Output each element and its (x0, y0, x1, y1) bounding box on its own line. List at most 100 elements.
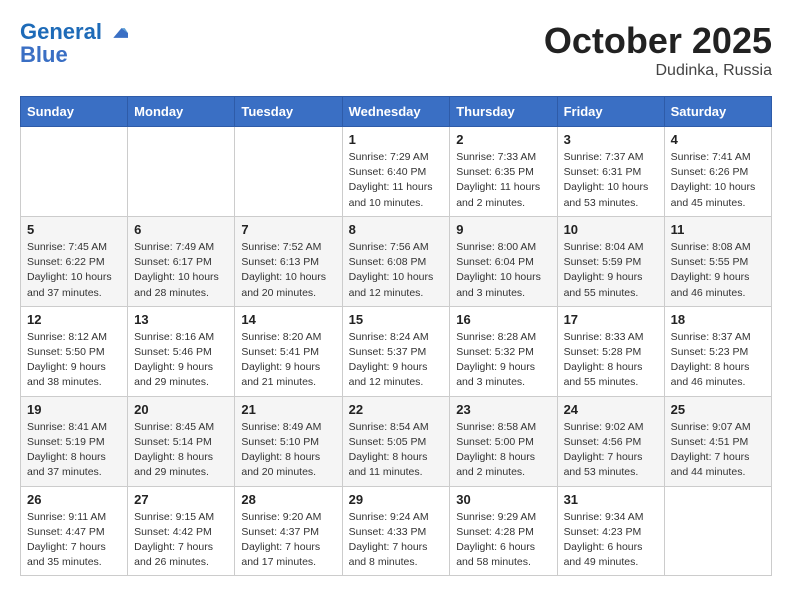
day-number: 17 (564, 312, 658, 327)
weekday-header-saturday: Saturday (664, 97, 771, 127)
calendar-cell: 22Sunrise: 8:54 AM Sunset: 5:05 PM Dayli… (342, 396, 450, 486)
day-number: 10 (564, 222, 658, 237)
day-info: Sunrise: 8:37 AM Sunset: 5:23 PM Dayligh… (671, 330, 765, 391)
calendar-cell (128, 127, 235, 217)
day-info: Sunrise: 7:33 AM Sunset: 6:35 PM Dayligh… (456, 150, 550, 211)
calendar-table: SundayMondayTuesdayWednesdayThursdayFrid… (20, 96, 772, 576)
day-info: Sunrise: 9:02 AM Sunset: 4:56 PM Dayligh… (564, 420, 658, 481)
day-info: Sunrise: 8:24 AM Sunset: 5:37 PM Dayligh… (349, 330, 444, 391)
calendar-cell (235, 127, 342, 217)
month-title: October 2025 (544, 20, 772, 62)
day-number: 30 (456, 492, 550, 507)
day-info: Sunrise: 8:28 AM Sunset: 5:32 PM Dayligh… (456, 330, 550, 391)
day-info: Sunrise: 7:45 AM Sunset: 6:22 PM Dayligh… (27, 240, 121, 301)
day-info: Sunrise: 7:56 AM Sunset: 6:08 PM Dayligh… (349, 240, 444, 301)
day-number: 23 (456, 402, 550, 417)
calendar-cell: 19 Sunrise: 8:41 AM Sunset: 5:19 PM Dayli… (21, 396, 128, 486)
day-number: 29 (349, 492, 444, 507)
day-number: 20 (134, 402, 228, 417)
calendar-cell: 10 Sunrise: 8:04 AM Sunset: 5:59 PM Dayli… (557, 216, 664, 306)
day-number: 31 (564, 492, 658, 507)
day-number: 18 (671, 312, 765, 327)
day-info: Sunrise: 8:20 AM Sunset: 5:41 PM Dayligh… (241, 330, 335, 391)
calendar-cell: 6 Sunrise: 7:49 AM Sunset: 6:17 PM Daylig… (128, 216, 235, 306)
calendar-cell: 25 Sunrise: 9:07 AM Sunset: 4:51 PM Dayli… (664, 396, 771, 486)
day-info: Sunrise: 7:29 AM Sunset: 6:40 PM Dayligh… (349, 150, 444, 211)
calendar-week-3: 12 Sunrise: 8:12 AM Sunset: 5:50 PM Dayli… (21, 306, 772, 396)
calendar-cell: 30Sunrise: 9:29 AM Sunset: 4:28 PM Dayli… (450, 486, 557, 576)
day-number: 12 (27, 312, 121, 327)
weekday-header-sunday: Sunday (21, 97, 128, 127)
calendar-cell: 17 Sunrise: 8:33 AM Sunset: 5:28 PM Dayli… (557, 306, 664, 396)
day-info: Sunrise: 9:34 AM Sunset: 4:23 PM Dayligh… (564, 510, 658, 571)
calendar-cell: 14 Sunrise: 8:20 AM Sunset: 5:41 PM Dayli… (235, 306, 342, 396)
day-info: Sunrise: 9:15 AM Sunset: 4:42 PM Dayligh… (134, 510, 228, 571)
calendar-week-1: 1 Sunrise: 7:29 AM Sunset: 6:40 PM Daylig… (21, 127, 772, 217)
day-info: Sunrise: 8:04 AM Sunset: 5:59 PM Dayligh… (564, 240, 658, 301)
day-info: Sunrise: 8:58 AM Sunset: 5:00 PM Dayligh… (456, 420, 550, 481)
calendar-cell: 8Sunrise: 7:56 AM Sunset: 6:08 PM Daylig… (342, 216, 450, 306)
day-number: 3 (564, 132, 658, 147)
day-info: Sunrise: 7:52 AM Sunset: 6:13 PM Dayligh… (241, 240, 335, 301)
day-number: 11 (671, 222, 765, 237)
day-number: 2 (456, 132, 550, 147)
calendar-cell: 24 Sunrise: 9:02 AM Sunset: 4:56 PM Dayli… (557, 396, 664, 486)
day-number: 5 (27, 222, 121, 237)
calendar-cell: 23 Sunrise: 8:58 AM Sunset: 5:00 PM Dayli… (450, 396, 557, 486)
day-number: 7 (241, 222, 335, 237)
calendar-cell: 29 Sunrise: 9:24 AM Sunset: 4:33 PM Dayli… (342, 486, 450, 576)
day-info: Sunrise: 8:12 AM Sunset: 5:50 PM Dayligh… (27, 330, 121, 391)
logo-text: General (20, 20, 128, 44)
day-number: 24 (564, 402, 658, 417)
day-number: 16 (456, 312, 550, 327)
weekday-header-friday: Friday (557, 97, 664, 127)
calendar-cell: 15 Sunrise: 8:24 AM Sunset: 5:37 PM Dayli… (342, 306, 450, 396)
day-info: Sunrise: 8:41 AM Sunset: 5:19 PM Dayligh… (27, 420, 121, 481)
calendar-cell: 28 Sunrise: 9:20 AM Sunset: 4:37 PM Dayli… (235, 486, 342, 576)
calendar-cell: 31 Sunrise: 9:34 AM Sunset: 4:23 PM Dayli… (557, 486, 664, 576)
day-number: 25 (671, 402, 765, 417)
day-number: 14 (241, 312, 335, 327)
calendar-cell: 16 Sunrise: 8:28 AM Sunset: 5:32 PM Dayli… (450, 306, 557, 396)
day-number: 27 (134, 492, 228, 507)
day-info: Sunrise: 8:16 AM Sunset: 5:46 PM Dayligh… (134, 330, 228, 391)
day-number: 19 (27, 402, 121, 417)
day-number: 1 (349, 132, 444, 147)
day-number: 28 (241, 492, 335, 507)
calendar-cell: 7 Sunrise: 7:52 AM Sunset: 6:13 PM Daylig… (235, 216, 342, 306)
day-number: 26 (27, 492, 121, 507)
calendar-cell: 12 Sunrise: 8:12 AM Sunset: 5:50 PM Dayli… (21, 306, 128, 396)
day-info: Sunrise: 9:24 AM Sunset: 4:33 PM Dayligh… (349, 510, 444, 571)
logo-icon (110, 26, 128, 40)
calendar-cell: 5 Sunrise: 7:45 AM Sunset: 6:22 PM Daylig… (21, 216, 128, 306)
day-info: Sunrise: 7:41 AM Sunset: 6:26 PM Dayligh… (671, 150, 765, 211)
day-info: Sunrise: 9:20 AM Sunset: 4:37 PM Dayligh… (241, 510, 335, 571)
calendar-cell: 3 Sunrise: 7:37 AM Sunset: 6:31 PM Daylig… (557, 127, 664, 217)
day-number: 15 (349, 312, 444, 327)
title-block: October 2025 Dudinka, Russia (544, 20, 772, 80)
day-info: Sunrise: 9:11 AM Sunset: 4:47 PM Dayligh… (27, 510, 121, 571)
calendar-cell: 20 Sunrise: 8:45 AM Sunset: 5:14 PM Dayli… (128, 396, 235, 486)
calendar-cell (21, 127, 128, 217)
day-info: Sunrise: 9:07 AM Sunset: 4:51 PM Dayligh… (671, 420, 765, 481)
logo-blue: Blue (20, 42, 68, 68)
calendar-cell (664, 486, 771, 576)
calendar-cell: 27 Sunrise: 9:15 AM Sunset: 4:42 PM Dayli… (128, 486, 235, 576)
day-number: 21 (241, 402, 335, 417)
calendar-week-5: 26 Sunrise: 9:11 AM Sunset: 4:47 PM Dayli… (21, 486, 772, 576)
day-info: Sunrise: 7:37 AM Sunset: 6:31 PM Dayligh… (564, 150, 658, 211)
calendar-cell: 4Sunrise: 7:41 AM Sunset: 6:26 PM Daylig… (664, 127, 771, 217)
calendar-cell: 11Sunrise: 8:08 AM Sunset: 5:55 PM Dayli… (664, 216, 771, 306)
day-info: Sunrise: 8:33 AM Sunset: 5:28 PM Dayligh… (564, 330, 658, 391)
day-info: Sunrise: 8:00 AM Sunset: 6:04 PM Dayligh… (456, 240, 550, 301)
calendar-week-4: 19 Sunrise: 8:41 AM Sunset: 5:19 PM Dayli… (21, 396, 772, 486)
calendar-cell: 26 Sunrise: 9:11 AM Sunset: 4:47 PM Dayli… (21, 486, 128, 576)
logo: General Blue (20, 20, 128, 68)
day-number: 6 (134, 222, 228, 237)
day-info: Sunrise: 8:49 AM Sunset: 5:10 PM Dayligh… (241, 420, 335, 481)
day-info: Sunrise: 8:45 AM Sunset: 5:14 PM Dayligh… (134, 420, 228, 481)
calendar-cell: 18 Sunrise: 8:37 AM Sunset: 5:23 PM Dayli… (664, 306, 771, 396)
weekday-header-monday: Monday (128, 97, 235, 127)
weekday-header-thursday: Thursday (450, 97, 557, 127)
day-info: Sunrise: 7:49 AM Sunset: 6:17 PM Dayligh… (134, 240, 228, 301)
